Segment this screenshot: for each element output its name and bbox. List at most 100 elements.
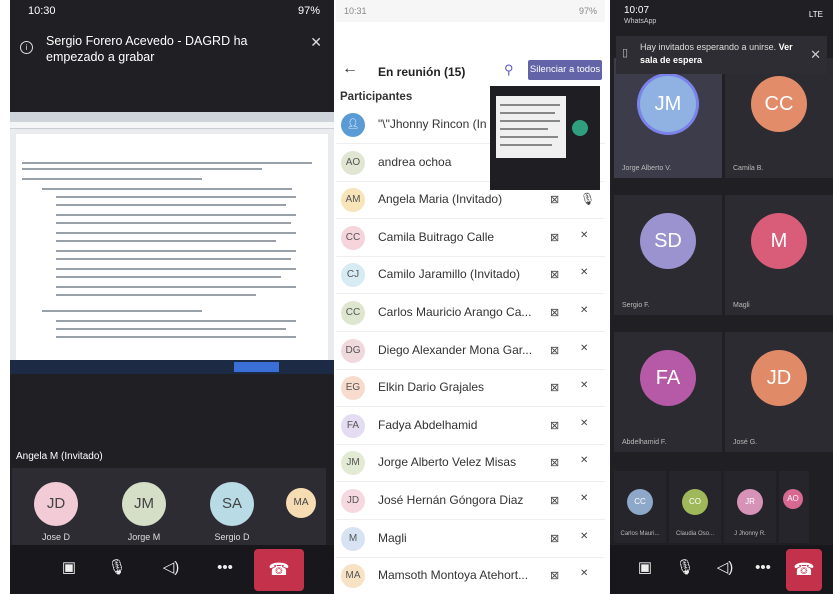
- participant-name: Jorge Alberto Velez Misas: [378, 455, 517, 470]
- participant-name: Diego Alexander Mona Gar...: [378, 342, 533, 357]
- doc-line: [42, 310, 202, 312]
- shared-ribbon: [10, 122, 334, 129]
- thumb-line: [500, 120, 560, 122]
- avatar: JM: [122, 482, 166, 526]
- doc-line: [56, 336, 296, 338]
- doc-line: [42, 188, 292, 190]
- participant-name: Mamsoth Montoya Atehort...: [378, 568, 529, 583]
- speaker-icon[interactable]: ◁): [160, 557, 182, 579]
- avatar: MA: [286, 488, 316, 518]
- small-video-tile[interactable]: JR J Jhonny R.: [724, 471, 776, 543]
- participant-row[interactable]: DG Diego Alexander Mona Gar... ⊠ ✕: [336, 332, 605, 370]
- participant-name: José G.: [733, 439, 758, 446]
- avatar: AM: [341, 188, 365, 213]
- participant-name: Jorge M: [127, 532, 161, 542]
- camera-off-icon: ⊠: [550, 194, 560, 207]
- participant-name: Camilo Jaramillo (Invitado): [378, 267, 521, 282]
- more-options-icon[interactable]: •••: [214, 557, 236, 579]
- small-video-tile[interactable]: CC Carlos Mauri...: [614, 471, 666, 543]
- doc-line: [56, 204, 286, 206]
- more-options-icon[interactable]: •••: [752, 557, 774, 579]
- avatar: 👤︎: [341, 113, 365, 137]
- mic-off-icon[interactable]: 🎙︎: [106, 557, 128, 579]
- camera-off-icon: ⊠: [550, 344, 560, 357]
- avatar: DG: [341, 338, 365, 363]
- thumb-line: [500, 112, 555, 114]
- video-tile[interactable]: FA Abdelhamid F.: [614, 332, 722, 452]
- camera-off-icon[interactable]: ▣: [58, 557, 80, 579]
- video-tile[interactable]: SD Sergio F.: [614, 195, 722, 315]
- close-icon[interactable]: ✕: [310, 34, 322, 51]
- participant-tile[interactable]: MA: [276, 468, 326, 545]
- back-arrow-icon[interactable]: ←: [342, 60, 358, 78]
- mic-off-icon: ✕: [580, 530, 589, 542]
- participant-row[interactable]: CC Carlos Mauricio Arango Ca... ⊠ ✕: [336, 294, 605, 332]
- door-icon: ▯: [622, 47, 629, 59]
- search-icon[interactable]: ⚲: [504, 62, 514, 78]
- doc-line: [56, 214, 296, 216]
- avatar: AO: [341, 150, 365, 175]
- status-time: 10:30: [28, 5, 56, 17]
- camera-off-icon: ⊠: [550, 307, 560, 319]
- mic-off-icon: ✕: [580, 380, 589, 392]
- mic-off-icon: ✕: [580, 417, 589, 429]
- lobby-banner[interactable]: ▯ Hay invitados esperando a unirse. Ver …: [616, 36, 827, 74]
- participant-name: Sergio D: [214, 532, 250, 542]
- participant-name: Sergio F.: [622, 302, 650, 309]
- small-video-tile[interactable]: AO: [779, 471, 809, 543]
- avatar: M: [751, 213, 807, 269]
- mic-off-icon[interactable]: 🎙︎: [674, 557, 696, 579]
- doc-line: [56, 222, 291, 224]
- avatar: FA: [341, 413, 365, 438]
- presenter-label: Angela M (Invitado): [16, 451, 103, 462]
- video-thumbnail[interactable]: [490, 86, 600, 190]
- thumb-line: [500, 104, 560, 106]
- doc-line: [56, 232, 296, 234]
- status-bar: 10:07 WhatsApp LTE: [610, 0, 833, 30]
- hang-up-button[interactable]: ☎: [254, 549, 304, 591]
- lobby-message: Hay invitados esperando a unirse.: [640, 42, 777, 52]
- avatar: CC: [751, 76, 807, 132]
- avatar: SD: [640, 213, 696, 269]
- participant-tile[interactable]: JM Jorge M: [100, 468, 188, 545]
- avatar: JD: [751, 350, 807, 406]
- doc-line: [22, 162, 312, 164]
- shared-document: [16, 134, 328, 360]
- video-tile[interactable]: CC Camila B.: [725, 58, 833, 178]
- participant-row[interactable]: CC Camila Buitrago Calle ⊠ ✕: [336, 219, 605, 257]
- participant-row[interactable]: JM Jorge Alberto Velez Misas ⊠ ✕: [336, 444, 605, 483]
- info-icon: i: [20, 41, 33, 54]
- participant-name: Jorge Alberto V.: [622, 165, 672, 172]
- video-tile[interactable]: JM Jorge Alberto V.: [614, 58, 722, 178]
- call-controls: ▣ 🎙︎ ◁) ••• ☎: [610, 545, 833, 594]
- mic-off-icon: ✕: [580, 455, 589, 467]
- participant-row[interactable]: JD José Hernán Góngora Diaz ⊠ ✕: [336, 482, 605, 520]
- status-app: WhatsApp: [624, 18, 657, 25]
- participant-row[interactable]: EG Elkin Dario Grajales ⊠ ✕: [336, 369, 605, 408]
- doc-line: [56, 320, 296, 322]
- participant-tile[interactable]: SA Sergio D: [188, 468, 276, 545]
- shared-taskbar: [10, 360, 334, 374]
- close-icon[interactable]: ✕: [810, 47, 821, 63]
- avatar: CC: [341, 225, 365, 250]
- video-tile[interactable]: JD José G.: [725, 332, 833, 452]
- doc-line: [56, 196, 296, 198]
- avatar: CJ: [341, 263, 365, 288]
- mic-off-icon: ✕: [580, 342, 589, 354]
- participant-tile[interactable]: JD Jose D: [12, 468, 100, 545]
- hang-up-button[interactable]: ☎: [786, 549, 822, 591]
- participant-row[interactable]: FA Fadya Abdelhamid ⊠ ✕: [336, 407, 605, 445]
- camera-off-icon: ⊠: [550, 457, 560, 470]
- speaker-icon[interactable]: ◁): [714, 557, 736, 579]
- camera-off-icon[interactable]: ▣: [634, 557, 656, 579]
- participant-row[interactable]: M Magli ⊠ ✕: [336, 520, 605, 558]
- camera-off-icon: ⊠: [550, 382, 560, 395]
- mute-all-button[interactable]: Silenciar a todos: [528, 60, 602, 80]
- doc-line: [56, 328, 286, 330]
- small-video-tile[interactable]: CO Claudia Oso...: [669, 471, 721, 543]
- participant-row[interactable]: MA Mamsoth Montoya Atehort... ⊠ ✕: [336, 557, 605, 594]
- participant-row[interactable]: CJ Camilo Jaramillo (Invitado) ⊠ ✕: [336, 256, 605, 295]
- left-screen: 10:30 97% i Sergio Forero Acevedo - DAGR…: [10, 0, 334, 594]
- video-tile[interactable]: M Magli: [725, 195, 833, 315]
- doc-line: [56, 286, 296, 288]
